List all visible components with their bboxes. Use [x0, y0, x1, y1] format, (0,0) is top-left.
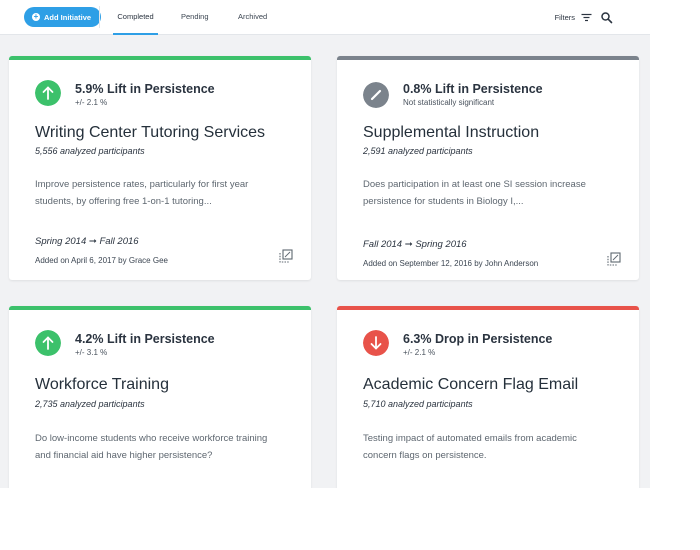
app-window: + Add Initiative Completed Pending Archi… [0, 0, 650, 488]
initiatives-grid: 5.9% Lift in Persistence +/- 2.1 % Writi… [0, 35, 650, 488]
card-description: Does participation in at least one SI se… [363, 179, 586, 207]
participants-count: 2,591 analyzed participants [363, 146, 473, 156]
participants-count: 2,735 analyzed participants [35, 399, 145, 409]
arrow-up-icon [35, 330, 61, 356]
arrow-up-icon [35, 80, 61, 106]
date-range: Fall 2014 ➞ Spring 2016 [363, 239, 467, 250]
plus-icon: + [32, 12, 40, 21]
card-description: Testing impact of automated emails from … [363, 433, 577, 461]
initiative-card[interactable]: 6.3% Drop in Persistence +/- 2.1 % Acade… [337, 306, 639, 488]
card-title[interactable]: Supplemental Instruction [363, 124, 539, 142]
card-title[interactable]: Academic Concern Flag Email [363, 376, 578, 394]
stat-title: 5.9% Lift in Persistence [75, 82, 215, 96]
copy-icon[interactable] [607, 252, 621, 266]
toolbar: + Add Initiative Completed Pending Archi… [0, 0, 650, 35]
card-title[interactable]: Workforce Training [35, 376, 169, 394]
tab-pending[interactable]: Pending [181, 0, 209, 35]
initiative-card[interactable]: 5.9% Lift in Persistence +/- 2.1 % Writi… [9, 56, 311, 280]
stat-subtitle: Not statistically significant [403, 98, 495, 107]
participants-count: 5,710 analyzed participants [363, 399, 473, 409]
stat-subtitle: +/- 3.1 % [75, 348, 108, 357]
arrow-down-icon [363, 330, 389, 356]
tab-completed[interactable]: Completed [113, 0, 158, 35]
search-icon[interactable] [600, 11, 614, 25]
slash-icon [363, 82, 389, 108]
copy-icon[interactable] [279, 249, 293, 263]
status-bar [9, 56, 311, 60]
added-by: Added on September 12, 2016 by John Ande… [363, 259, 539, 268]
tab-archived[interactable]: Archived [238, 0, 267, 35]
card-description: Improve persistence rates, particularly … [35, 179, 249, 207]
initiative-card[interactable]: 4.2% Lift in Persistence +/- 3.1 % Workf… [9, 306, 311, 488]
stat-title: 0.8% Lift in Persistence [403, 82, 543, 96]
status-bar [337, 306, 639, 310]
card-description: Do low-income students who receive workf… [35, 433, 268, 461]
initiative-card[interactable]: 0.8% Lift in Persistence Not statistical… [337, 56, 639, 280]
added-by: Added on April 6, 2017 by Grace Gee [35, 256, 168, 265]
status-bar [9, 306, 311, 310]
card-title[interactable]: Writing Center Tutoring Services [35, 124, 265, 142]
stat-subtitle: +/- 2.1 % [75, 98, 108, 107]
toolbar-divider [99, 6, 100, 28]
participants-count: 5,556 analyzed participants [35, 146, 145, 156]
filters-label: Filters [554, 13, 575, 22]
stat-title: 4.2% Lift in Persistence [75, 332, 215, 346]
status-bar [337, 56, 639, 60]
filter-lines-icon [581, 13, 592, 22]
add-initiative-label: Add Initiative [44, 12, 92, 22]
stat-subtitle: +/- 2.1 % [403, 348, 436, 357]
filters-button[interactable]: Filters [555, 0, 592, 35]
stat-title: 6.3% Drop in Persistence [403, 332, 553, 346]
date-range: Spring 2014 ➞ Fall 2016 [35, 236, 139, 247]
add-initiative-button[interactable]: + Add Initiative [24, 7, 102, 27]
